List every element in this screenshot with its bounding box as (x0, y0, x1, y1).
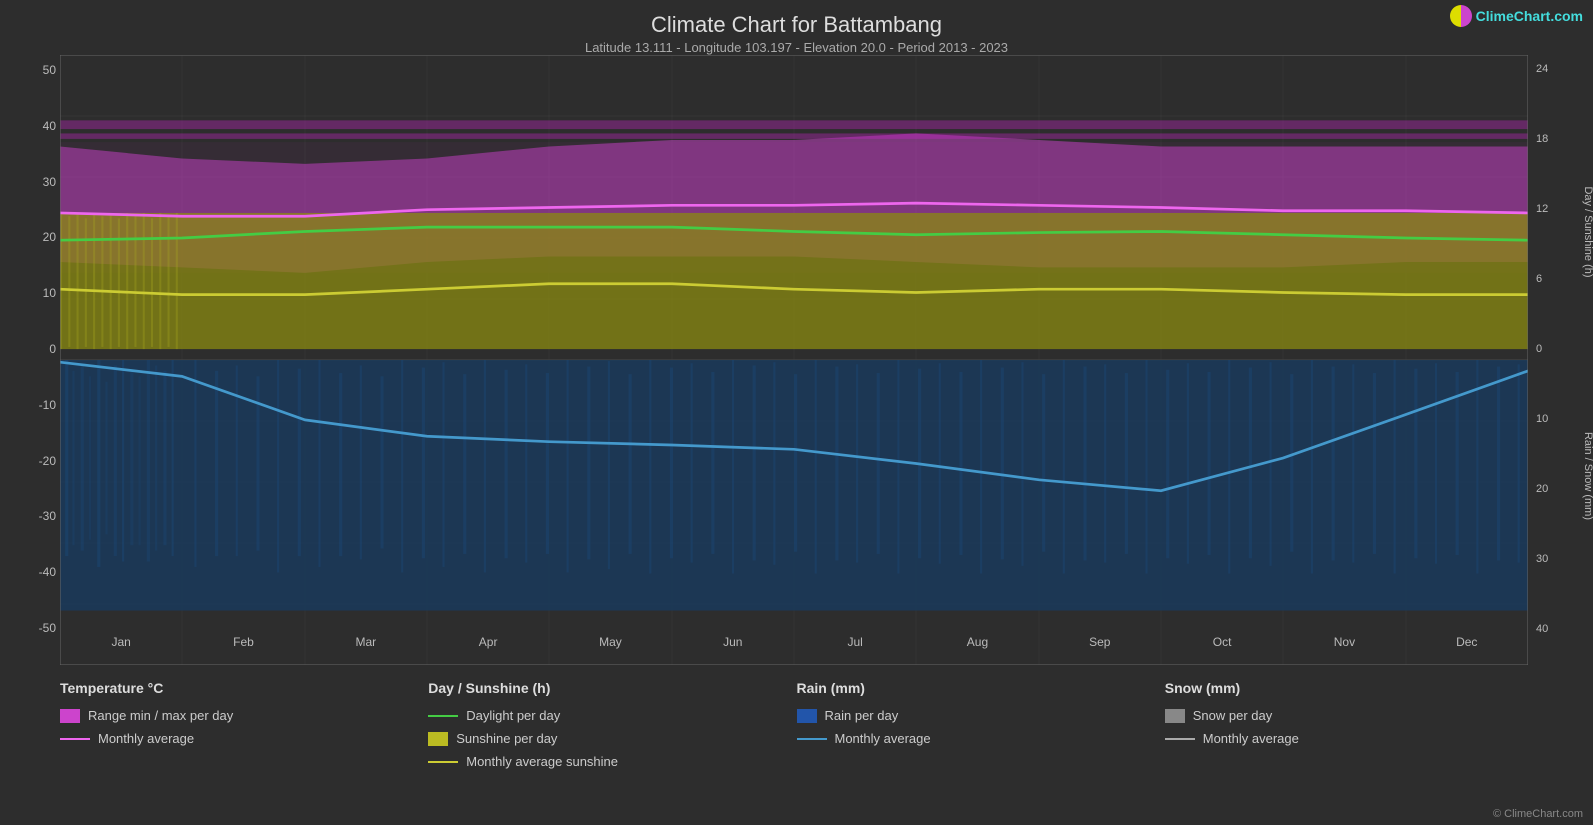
legend-sunshine-title: Day / Sunshine (h) (428, 680, 796, 696)
month-may: May (549, 635, 671, 665)
month-mar: Mar (305, 635, 427, 665)
x-axis: Jan Feb Mar Apr May Jun Jul Aug Sep Oct … (60, 635, 1528, 665)
legend-temp-avg-line (60, 738, 90, 740)
month-aug: Aug (916, 635, 1038, 665)
legend-rain-per-day-label: Rain per day (825, 708, 899, 723)
legend-snow-per-day-label: Snow per day (1193, 708, 1273, 723)
legend-daylight-label: Daylight per day (466, 708, 560, 723)
right-tick-24: 24 (1536, 63, 1589, 75)
legend-temp-range-swatch (60, 709, 80, 723)
y-tick-m30: -30 (4, 509, 56, 523)
main-chart: ClimeChart.com (60, 55, 1528, 665)
legend-rain-title: Rain (mm) (797, 680, 1165, 696)
right-tick-18: 18 (1536, 133, 1589, 145)
legend-rain-avg-label: Monthly average (835, 731, 931, 746)
y-tick-m50: -50 (4, 621, 56, 635)
legend-sunshine-avg-line (428, 761, 458, 763)
legend-sunshine-per-day-label: Sunshine per day (456, 731, 557, 746)
legend-rain-swatch (797, 709, 817, 723)
y-tick-50: 50 (4, 63, 56, 77)
right-tick-0a: 0 (1536, 343, 1589, 355)
month-jan: Jan (60, 635, 182, 665)
chart-title-area: Climate Chart for Battambang Latitude 13… (0, 0, 1593, 55)
month-sep: Sep (1039, 635, 1161, 665)
legend-rain-avg-line (797, 738, 827, 740)
legend-sunshine-avg: Monthly average sunshine (428, 754, 796, 769)
legend-snow: Snow (mm) Snow per day Monthly average (1165, 680, 1533, 810)
legend-daylight: Daylight per day (428, 708, 796, 723)
y-tick-0: 0 (4, 342, 56, 356)
month-feb: Feb (182, 635, 304, 665)
legend-snow-title: Snow (mm) (1165, 680, 1533, 696)
month-jun: Jun (672, 635, 794, 665)
right-axis-label-bottom: Rain / Snow (mm) (1582, 416, 1593, 536)
legend-daylight-line (428, 715, 458, 717)
legend-rain-per-day: Rain per day (797, 708, 1165, 723)
legend-sunshine-per-day: Sunshine per day (428, 731, 796, 746)
legend-sunshine-avg-label: Monthly average sunshine (466, 754, 618, 769)
chart-svg (60, 55, 1528, 665)
legend-sunshine-swatch (428, 732, 448, 746)
legend-snow-avg-line (1165, 738, 1195, 740)
logo-circle-icon (1450, 5, 1472, 27)
y-tick-40: 40 (4, 119, 56, 133)
logo-text-top: ClimeChart.com (1476, 8, 1583, 24)
y-axis-left: 50 40 30 20 10 0 -10 -20 -30 -40 -50 (0, 55, 60, 665)
legend-snow-avg-label: Monthly average (1203, 731, 1299, 746)
month-nov: Nov (1283, 635, 1405, 665)
right-tick-30: 30 (1536, 553, 1589, 565)
legend-temp-title: Temperature °C (60, 680, 428, 696)
y-tick-20: 20 (4, 230, 56, 244)
chart-area: 50 40 30 20 10 0 -10 -20 -30 -40 -50 Cli… (0, 55, 1593, 665)
month-dec: Dec (1406, 635, 1528, 665)
y-tick-m20: -20 (4, 454, 56, 468)
y-axis-right: Day / Sunshine (h) Rain / Snow (mm) 24 1… (1528, 55, 1593, 665)
y-tick-m10: -10 (4, 398, 56, 412)
legend-sunshine: Day / Sunshine (h) Daylight per day Suns… (428, 680, 796, 810)
y-tick-10: 10 (4, 286, 56, 300)
month-apr: Apr (427, 635, 549, 665)
legend-rain-avg: Monthly average (797, 731, 1165, 746)
legend-area: Temperature °C Range min / max per day M… (0, 665, 1593, 825)
legend-temperature: Temperature °C Range min / max per day M… (60, 680, 428, 810)
right-axis-label-top: Day / Sunshine (h) (1582, 172, 1593, 292)
legend-temp-range: Range min / max per day (60, 708, 428, 723)
chart-title: Climate Chart for Battambang (0, 12, 1593, 38)
legend-snow-swatch (1165, 709, 1185, 723)
y-tick-30: 30 (4, 175, 56, 189)
legend-temp-range-label: Range min / max per day (88, 708, 233, 723)
legend-snow-per-day: Snow per day (1165, 708, 1533, 723)
month-oct: Oct (1161, 635, 1283, 665)
y-tick-m40: -40 (4, 565, 56, 579)
month-jul: Jul (794, 635, 916, 665)
right-tick-40: 40 (1536, 623, 1589, 635)
legend-temp-avg: Monthly average (60, 731, 428, 746)
legend-rain: Rain (mm) Rain per day Monthly average (797, 680, 1165, 810)
legend-snow-avg: Monthly average (1165, 731, 1533, 746)
legend-temp-avg-label: Monthly average (98, 731, 194, 746)
chart-subtitle: Latitude 13.111 - Longitude 103.197 - El… (0, 40, 1593, 55)
watermark: © ClimeChart.com (1493, 808, 1583, 820)
logo-top-right: ClimeChart.com (1450, 5, 1583, 27)
chart-container: Climate Chart for Battambang Latitude 13… (0, 0, 1593, 825)
